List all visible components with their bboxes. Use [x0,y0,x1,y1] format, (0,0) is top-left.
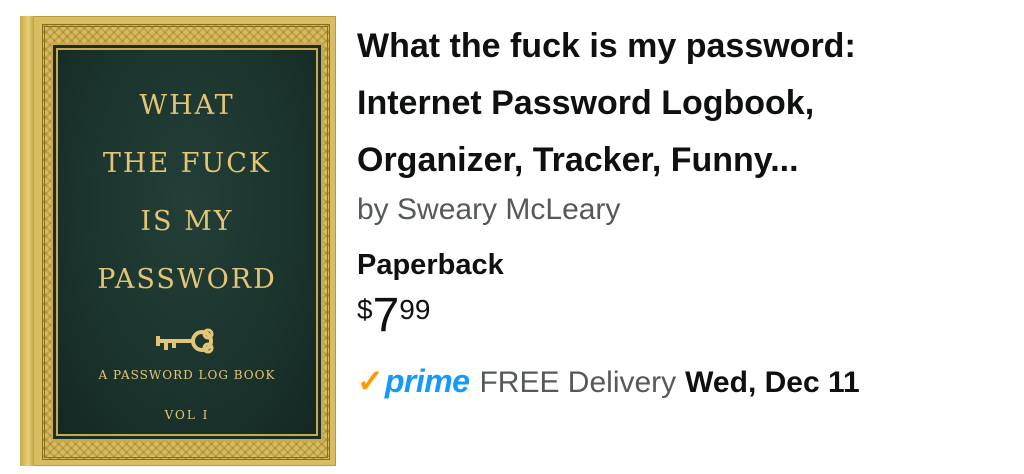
cover-title-line: WHAT [139,90,235,121]
prime-check-icon: ✓ [357,363,384,399]
price-symbol: $ [357,294,373,325]
delivery-info: ✓ prime FREE Delivery Wed, Dec 11 [357,362,1007,400]
cover-spine [20,16,34,466]
format-label[interactable]: Paperback [357,249,1007,282]
price-fraction: 99 [399,294,431,325]
product-title-line: Internet Password Logbook, [357,84,815,122]
cover-title-line: PASSWORD [97,264,277,295]
product-card[interactable]: WHAT THE FUCK IS MY PASSWORD A PASSWORD … [0,0,1024,474]
product-title-line: What the fuck is my password: [357,27,856,65]
price: $799 [357,292,1007,340]
cover-title-line: IS MY [140,206,234,237]
cover-panel: WHAT THE FUCK IS MY PASSWORD A PASSWORD … [56,48,318,436]
key-icon [152,326,222,360]
prime-logo-icon: ✓ prime [357,362,470,400]
cover-subtitle: A PASSWORD LOG BOOK [98,368,276,382]
product-title-line: Organizer, Tracker, Funny... [357,141,799,179]
product-info: What the fuck is my password: Internet P… [357,18,1007,400]
product-title-link[interactable]: What the fuck is my password: Internet P… [357,18,1007,189]
cover-volume: VOL I [164,408,210,422]
prime-wordmark: prime [384,363,470,399]
book-cover-image[interactable]: WHAT THE FUCK IS MY PASSWORD A PASSWORD … [20,16,336,466]
delivery-label: FREE Delivery [479,366,677,399]
author-byline[interactable]: by Sweary McLeary [357,193,1007,227]
cover-title-line: THE FUCK [102,148,272,179]
delivery-date: Wed, Dec 11 [685,366,860,399]
price-whole: 7 [372,289,400,342]
